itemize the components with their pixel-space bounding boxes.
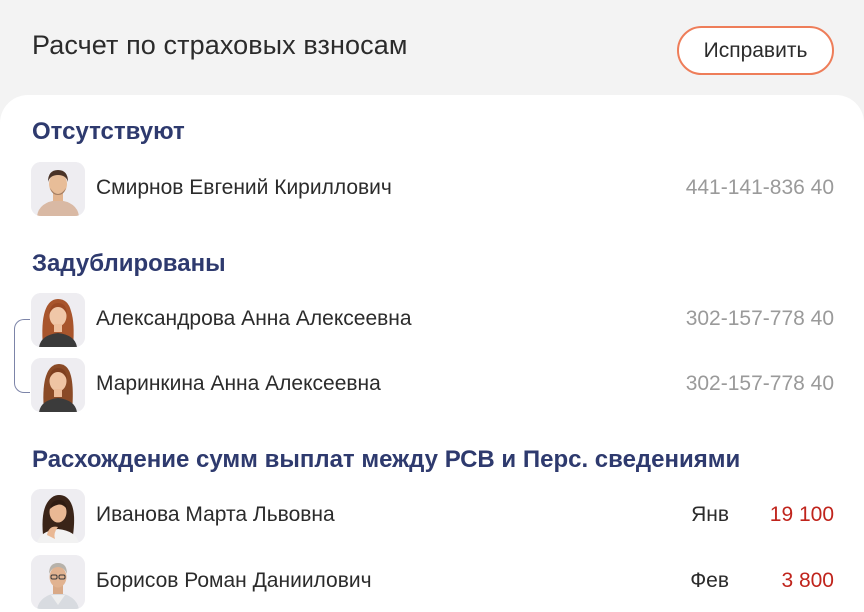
section-title-duplicated: Задублированы	[32, 250, 226, 277]
section-title-missing: Отсутствуют	[32, 118, 185, 145]
list-item[interactable]: Борисов Роман Даниилович Фев 3 800	[0, 555, 864, 611]
amount-value: 3 800	[781, 569, 834, 592]
employee-name: Маринкина Анна Алексеевна	[96, 372, 381, 395]
snils-number: 302-157-778 40	[685, 372, 834, 395]
month-label: Фев	[690, 569, 729, 592]
employee-name: Иванова Марта Львовна	[96, 503, 335, 526]
section-title-mismatch: Расхождение сумм выплат между РСВ и Перс…	[32, 446, 741, 473]
snils-number: 302-157-778 40	[685, 307, 834, 330]
employee-name: Смирнов Евгений Кириллович	[96, 176, 392, 199]
fix-button[interactable]: Исправить	[677, 26, 834, 75]
employee-name: Борисов Роман Даниилович	[96, 569, 372, 592]
employee-name: Александрова Анна Алексеевна	[96, 307, 412, 330]
amount-value: 19 100	[769, 503, 834, 526]
avatar	[31, 555, 85, 609]
avatar	[31, 489, 85, 543]
page-title: Расчет по страховых взносам	[32, 30, 408, 60]
list-item[interactable]: Иванова Марта Львовна Янв 19 100	[0, 489, 864, 545]
list-item[interactable]: Маринкина Анна Алексеевна 302-157-778 40	[0, 358, 864, 414]
page: Расчет по страховых взносам Исправить От…	[0, 0, 864, 612]
month-label: Янв	[691, 503, 729, 526]
avatar	[31, 358, 85, 412]
avatar	[31, 162, 85, 216]
snils-number: 441-141-836 40	[685, 176, 834, 199]
header: Расчет по страховых взносам Исправить	[0, 0, 864, 100]
avatar	[31, 293, 85, 347]
list-item[interactable]: Александрова Анна Алексеевна 302-157-778…	[0, 293, 864, 349]
list-item[interactable]: Смирнов Евгений Кириллович 441-141-836 4…	[0, 162, 864, 218]
